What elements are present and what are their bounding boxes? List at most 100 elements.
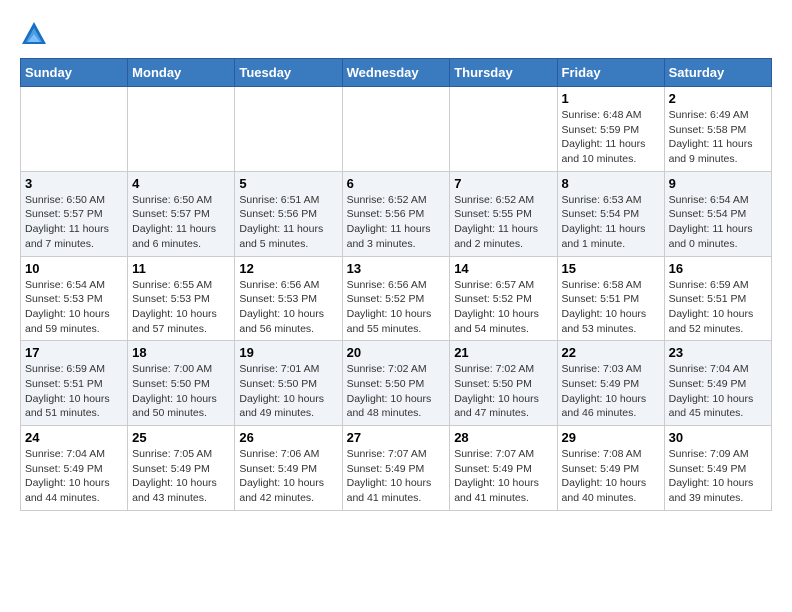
day-number: 24 [25,430,123,445]
day-info: Sunrise: 6:58 AM Sunset: 5:51 PM Dayligh… [562,278,660,337]
day-cell: 16 Sunrise: 6:59 AM Sunset: 5:51 PM Dayli… [664,256,771,341]
day-number: 18 [132,345,230,360]
day-info: Sunrise: 7:07 AM Sunset: 5:49 PM Dayligh… [454,447,552,506]
day-cell: 20 Sunrise: 7:02 AM Sunset: 5:50 PM Dayli… [342,341,450,426]
day-cell: 7 Sunrise: 6:52 AM Sunset: 5:55 PM Daylig… [450,171,557,256]
day-info: Sunrise: 6:56 AM Sunset: 5:53 PM Dayligh… [239,278,337,337]
day-cell: 28 Sunrise: 7:07 AM Sunset: 5:49 PM Dayli… [450,426,557,511]
day-info: Sunrise: 6:50 AM Sunset: 5:57 PM Dayligh… [25,193,123,252]
day-info: Sunrise: 6:57 AM Sunset: 5:52 PM Dayligh… [454,278,552,337]
day-cell: 12 Sunrise: 6:56 AM Sunset: 5:53 PM Dayli… [235,256,342,341]
day-info: Sunrise: 7:07 AM Sunset: 5:49 PM Dayligh… [347,447,446,506]
day-info: Sunrise: 7:00 AM Sunset: 5:50 PM Dayligh… [132,362,230,421]
day-info: Sunrise: 6:56 AM Sunset: 5:52 PM Dayligh… [347,278,446,337]
day-info: Sunrise: 7:04 AM Sunset: 5:49 PM Dayligh… [25,447,123,506]
day-cell: 14 Sunrise: 6:57 AM Sunset: 5:52 PM Dayli… [450,256,557,341]
day-number: 25 [132,430,230,445]
day-cell: 15Sunrise: 6:58 AM Sunset: 5:51 PM Dayli… [557,256,664,341]
day-number: 14 [454,261,552,276]
day-number: 26 [239,430,337,445]
day-cell: 24 Sunrise: 7:04 AM Sunset: 5:49 PM Dayli… [21,426,128,511]
day-number: 21 [454,345,552,360]
day-cell: 17Sunrise: 6:59 AM Sunset: 5:51 PM Dayli… [21,341,128,426]
week-row-2: 10Sunrise: 6:54 AM Sunset: 5:53 PM Dayli… [21,256,772,341]
day-info: Sunrise: 7:06 AM Sunset: 5:49 PM Dayligh… [239,447,337,506]
day-info: Sunrise: 6:59 AM Sunset: 5:51 PM Dayligh… [669,278,767,337]
calendar: SundayMondayTuesdayWednesdayThursdayFrid… [20,58,772,511]
day-number: 11 [132,261,230,276]
header-day-wednesday: Wednesday [342,59,450,87]
header-day-monday: Monday [128,59,235,87]
day-number: 12 [239,261,337,276]
day-number: 6 [347,176,446,191]
day-info: Sunrise: 7:02 AM Sunset: 5:50 PM Dayligh… [347,362,446,421]
day-cell: 10Sunrise: 6:54 AM Sunset: 5:53 PM Dayli… [21,256,128,341]
day-cell: 25 Sunrise: 7:05 AM Sunset: 5:49 PM Dayli… [128,426,235,511]
day-info: Sunrise: 7:08 AM Sunset: 5:49 PM Dayligh… [562,447,660,506]
day-number: 3 [25,176,123,191]
day-cell: 23Sunrise: 7:04 AM Sunset: 5:49 PM Dayli… [664,341,771,426]
week-row-0: 1Sunrise: 6:48 AM Sunset: 5:59 PM Daylig… [21,87,772,172]
day-number: 5 [239,176,337,191]
day-number: 2 [669,91,767,106]
day-cell [128,87,235,172]
day-cell [235,87,342,172]
day-number: 22 [562,345,660,360]
day-info: Sunrise: 7:01 AM Sunset: 5:50 PM Dayligh… [239,362,337,421]
day-cell: 4 Sunrise: 6:50 AM Sunset: 5:57 PM Daylig… [128,171,235,256]
day-number: 19 [239,345,337,360]
logo-icon [20,20,48,48]
day-number: 1 [562,91,660,106]
day-info: Sunrise: 7:02 AM Sunset: 5:50 PM Dayligh… [454,362,552,421]
day-cell: 11 Sunrise: 6:55 AM Sunset: 5:53 PM Dayli… [128,256,235,341]
day-info: Sunrise: 6:50 AM Sunset: 5:57 PM Dayligh… [132,193,230,252]
calendar-body: 1Sunrise: 6:48 AM Sunset: 5:59 PM Daylig… [21,87,772,511]
header-day-friday: Friday [557,59,664,87]
calendar-header: SundayMondayTuesdayWednesdayThursdayFrid… [21,59,772,87]
day-cell: 18 Sunrise: 7:00 AM Sunset: 5:50 PM Dayli… [128,341,235,426]
logo [20,20,52,48]
day-number: 13 [347,261,446,276]
day-info: Sunrise: 7:03 AM Sunset: 5:49 PM Dayligh… [562,362,660,421]
day-cell: 1Sunrise: 6:48 AM Sunset: 5:59 PM Daylig… [557,87,664,172]
day-cell: 3 Sunrise: 6:50 AM Sunset: 5:57 PM Daylig… [21,171,128,256]
day-cell: 30 Sunrise: 7:09 AM Sunset: 5:49 PM Dayli… [664,426,771,511]
day-cell: 9Sunrise: 6:54 AM Sunset: 5:54 PM Daylig… [664,171,771,256]
day-number: 17 [25,345,123,360]
day-number: 16 [669,261,767,276]
day-cell: 22 Sunrise: 7:03 AM Sunset: 5:49 PM Dayli… [557,341,664,426]
day-info: Sunrise: 7:09 AM Sunset: 5:49 PM Dayligh… [669,447,767,506]
header-row: SundayMondayTuesdayWednesdayThursdayFrid… [21,59,772,87]
day-cell: 13 Sunrise: 6:56 AM Sunset: 5:52 PM Dayli… [342,256,450,341]
header-day-saturday: Saturday [664,59,771,87]
day-number: 10 [25,261,123,276]
day-cell: 29 Sunrise: 7:08 AM Sunset: 5:49 PM Dayli… [557,426,664,511]
day-cell: 21 Sunrise: 7:02 AM Sunset: 5:50 PM Dayli… [450,341,557,426]
header-day-sunday: Sunday [21,59,128,87]
day-info: Sunrise: 6:52 AM Sunset: 5:56 PM Dayligh… [347,193,446,252]
day-number: 28 [454,430,552,445]
header-day-tuesday: Tuesday [235,59,342,87]
header-day-thursday: Thursday [450,59,557,87]
day-info: Sunrise: 6:52 AM Sunset: 5:55 PM Dayligh… [454,193,552,252]
day-number: 4 [132,176,230,191]
day-cell: 27 Sunrise: 7:07 AM Sunset: 5:49 PM Dayli… [342,426,450,511]
header [20,20,772,48]
week-row-3: 17Sunrise: 6:59 AM Sunset: 5:51 PM Dayli… [21,341,772,426]
day-cell: 6 Sunrise: 6:52 AM Sunset: 5:56 PM Daylig… [342,171,450,256]
day-info: Sunrise: 7:04 AM Sunset: 5:49 PM Dayligh… [669,362,767,421]
day-info: Sunrise: 7:05 AM Sunset: 5:49 PM Dayligh… [132,447,230,506]
day-number: 20 [347,345,446,360]
week-row-4: 24 Sunrise: 7:04 AM Sunset: 5:49 PM Dayli… [21,426,772,511]
day-number: 29 [562,430,660,445]
day-info: Sunrise: 6:49 AM Sunset: 5:58 PM Dayligh… [669,108,767,167]
day-cell: 26 Sunrise: 7:06 AM Sunset: 5:49 PM Dayli… [235,426,342,511]
day-cell: 8Sunrise: 6:53 AM Sunset: 5:54 PM Daylig… [557,171,664,256]
day-number: 7 [454,176,552,191]
day-number: 27 [347,430,446,445]
day-number: 8 [562,176,660,191]
day-cell [450,87,557,172]
day-info: Sunrise: 6:55 AM Sunset: 5:53 PM Dayligh… [132,278,230,337]
day-cell: 19 Sunrise: 7:01 AM Sunset: 5:50 PM Dayli… [235,341,342,426]
day-number: 30 [669,430,767,445]
